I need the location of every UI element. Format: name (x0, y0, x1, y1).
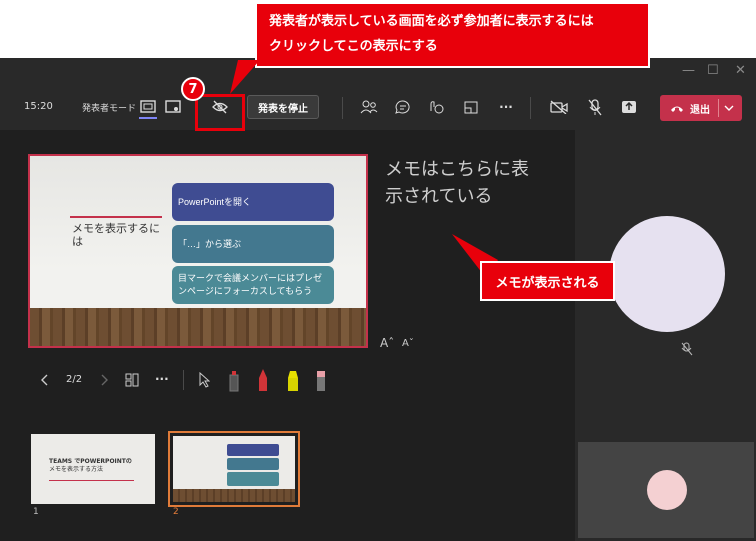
maximize-icon[interactable]: ☐ (707, 64, 719, 78)
page-indicator: 2/2 (66, 374, 83, 385)
thumbnail-2-floor (173, 489, 295, 502)
slide-step-box-1: PowerPointを開く (172, 183, 334, 221)
participant-avatar (609, 216, 725, 332)
chevron-down-icon[interactable] (724, 104, 734, 112)
more-actions-icon[interactable]: ··· (496, 98, 516, 116)
participants-icon[interactable] (359, 98, 379, 116)
close-icon[interactable]: ✕ (735, 64, 746, 78)
controls-divider (183, 370, 184, 390)
self-video-tile (578, 442, 754, 538)
font-decrease-button[interactable]: Aˇ (402, 338, 414, 349)
self-avatar (647, 470, 687, 510)
thumbnail-2-slide (173, 436, 295, 502)
hang-up-icon (671, 106, 683, 112)
reactions-icon[interactable] (426, 98, 446, 116)
chat-icon[interactable] (393, 98, 413, 116)
toolbar-divider (342, 97, 343, 119)
pointer-tool-icon[interactable] (198, 372, 210, 388)
stop-presenting-button[interactable]: 発表を停止 (247, 95, 319, 119)
toolbar-divider (530, 97, 531, 119)
rooms-icon[interactable] (461, 98, 481, 116)
thumbnail-2-box-3 (227, 472, 279, 486)
leave-label: 退出 (690, 104, 710, 116)
thumbnail-1-line (49, 480, 134, 481)
thumbnail-2-number: 2 (173, 507, 179, 517)
speaker-notes: メモはこちらに表 示されている (385, 156, 575, 210)
meeting-time: 15:20 (24, 101, 53, 112)
next-slide-icon[interactable] (99, 374, 109, 386)
more-controls-icon[interactable]: ··· (155, 372, 169, 386)
slide-thumbnail-2[interactable] (168, 431, 300, 507)
callout-pointer (230, 60, 260, 94)
leave-divider (718, 99, 719, 117)
meeting-toolbar: 15:20 発表者モード 発表を停止 ··· 退出 (0, 86, 756, 130)
notes-callout: メモが表示される (480, 261, 615, 301)
slide-step-box-3: 目マークで会議メンバーにはプレゼンページにフォーカスしてもらう (172, 266, 334, 304)
minimize-icon[interactable]: — (682, 64, 695, 78)
step-number-badge: 7 (181, 77, 205, 101)
slide-accent-line (70, 216, 162, 218)
slide-step-box-2: 「…」から選ぶ (172, 225, 334, 263)
eye-icon-highlight-box (195, 94, 245, 131)
camera-off-icon[interactable] (549, 98, 569, 116)
slide-thumbnail-1[interactable]: TEAMS でPOWERPOINTの メモを表示する方法 (31, 434, 155, 504)
red-pen-icon[interactable] (256, 368, 270, 392)
mic-off-icon[interactable] (585, 97, 605, 117)
thumbnail-2-box-2 (227, 458, 279, 470)
thumbnail-1-title: TEAMS でPOWERPOINTの メモを表示する方法 (49, 458, 132, 473)
notes-line-2: 示されている (385, 186, 493, 207)
slide-note-title: メモを表示するには (72, 222, 160, 248)
content-only-layout-icon[interactable] (139, 98, 157, 114)
notes-line-1: メモはこちらに表 (385, 159, 529, 180)
presenter-mode-label: 発表者モード (82, 104, 137, 114)
share-content-icon[interactable] (620, 98, 638, 116)
participant-mic-off-icon (681, 342, 693, 356)
previous-slide-icon[interactable] (40, 374, 50, 386)
slide-grid-icon[interactable] (125, 373, 139, 387)
highlighter-icon[interactable] (285, 369, 301, 392)
thumbnail-1-number: 1 (33, 507, 39, 517)
thumbnail-2-box-1 (227, 444, 279, 456)
top-instruction-callout: 発表者が表示している画面を必ず参加者に表示するには クリックしてこの表示にする (255, 2, 650, 68)
font-increase-button[interactable]: Aˆ (380, 336, 394, 350)
eraser-icon[interactable] (314, 370, 328, 392)
layout-selected-indicator (139, 117, 157, 119)
leave-button[interactable]: 退出 (660, 95, 742, 121)
standout-layout-icon[interactable] (164, 98, 182, 114)
laser-pointer-icon[interactable] (227, 370, 241, 392)
slide-wood-floor (30, 308, 366, 346)
current-slide-preview[interactable]: メモを表示するには PowerPointを開く 「…」から選ぶ 目マークで会議メ… (28, 154, 368, 348)
